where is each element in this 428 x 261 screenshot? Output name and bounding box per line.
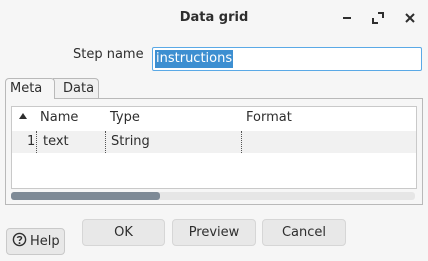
title-bar: Data grid: [0, 0, 428, 37]
cell-divider: [105, 131, 106, 153]
row-number: 1: [27, 134, 36, 149]
close-button[interactable]: [400, 8, 420, 28]
cell-type[interactable]: String: [111, 134, 150, 149]
help-label: Help: [30, 234, 60, 249]
minimize-icon: [341, 12, 353, 24]
help-button[interactable]: Help: [6, 228, 65, 255]
preview-button[interactable]: Preview: [172, 219, 256, 246]
cell-divider: [241, 131, 242, 153]
help-icon: [12, 232, 27, 251]
table-header: Name Type Format: [12, 107, 416, 129]
maximize-icon: [372, 12, 384, 24]
step-name-input[interactable]: instructions: [152, 47, 422, 71]
column-header-format[interactable]: Format: [246, 110, 292, 125]
table-row[interactable]: 1 text String: [12, 131, 416, 153]
cell-divider: [36, 131, 37, 153]
data-table[interactable]: Name Type Format 1 text String: [11, 106, 417, 189]
tab-meta[interactable]: Meta: [5, 78, 55, 99]
horizontal-scrollbar[interactable]: [11, 192, 415, 200]
cancel-button[interactable]: Cancel: [262, 219, 346, 246]
column-header-name[interactable]: Name: [40, 110, 78, 125]
tab-data[interactable]: Data: [53, 78, 99, 99]
cell-name[interactable]: text: [43, 134, 69, 149]
maximize-button[interactable]: [368, 8, 388, 28]
minimize-button[interactable]: [337, 8, 357, 28]
step-name-label: Step name: [73, 47, 144, 62]
sort-ascending-icon[interactable]: [19, 113, 27, 119]
scrollbar-thumb[interactable]: [11, 192, 160, 200]
ok-button[interactable]: OK: [82, 219, 165, 246]
column-header-type[interactable]: Type: [110, 110, 140, 125]
step-name-value: instructions: [155, 50, 234, 68]
close-icon: [404, 12, 416, 24]
window-title: Data grid: [179, 10, 249, 25]
